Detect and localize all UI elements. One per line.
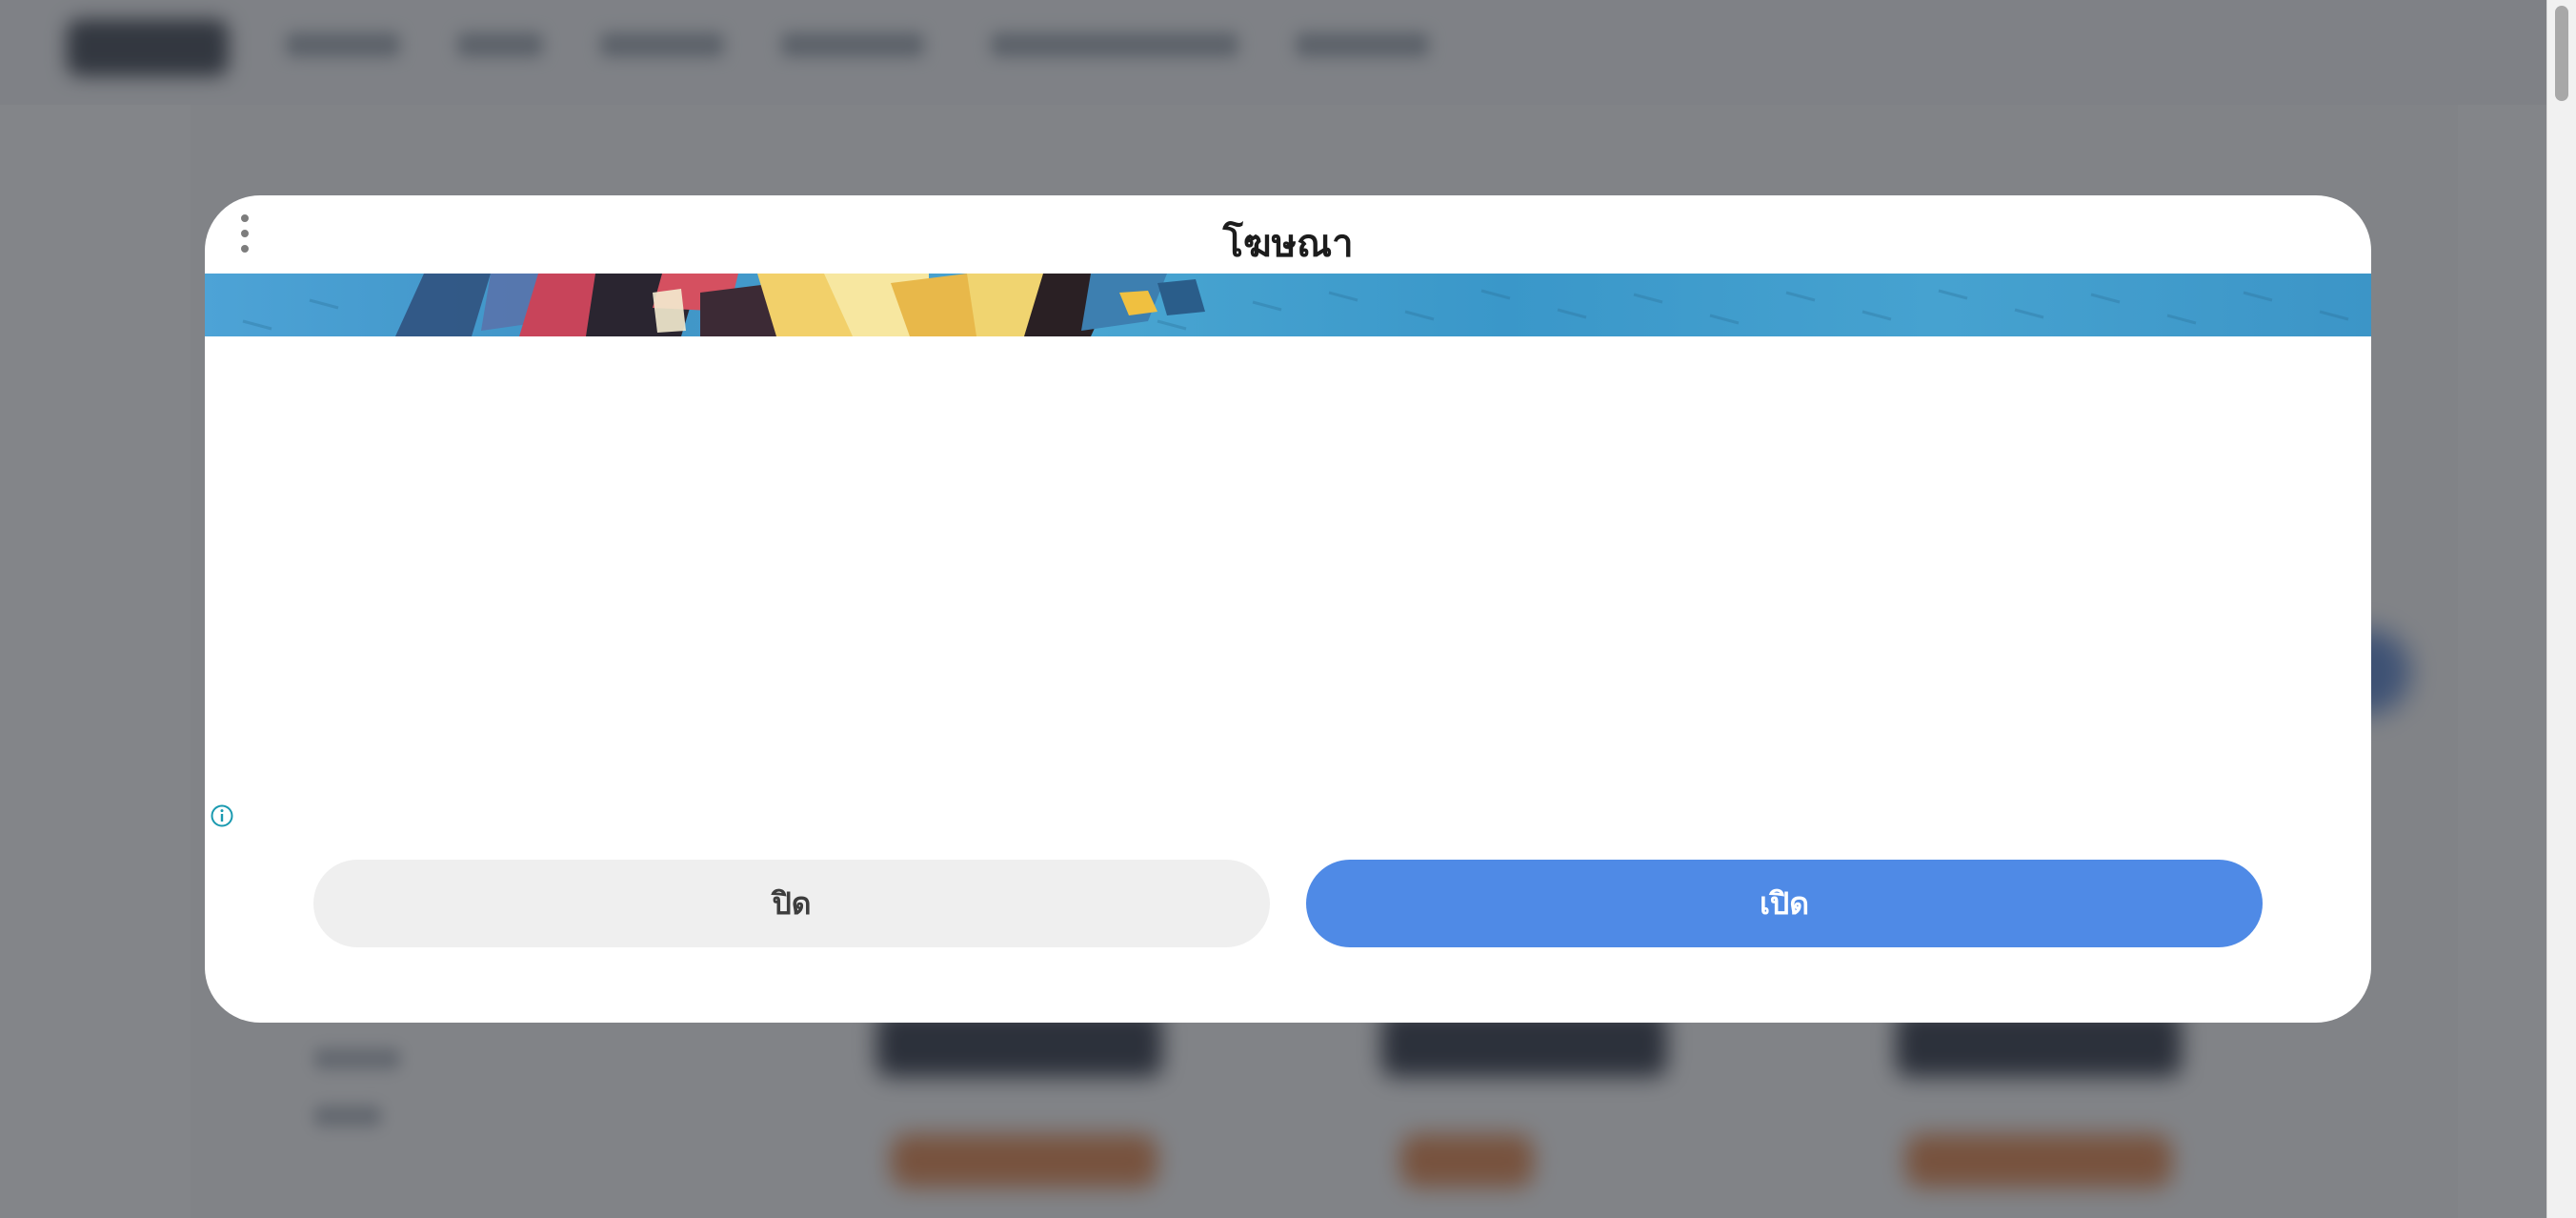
scrollbar-thumb[interactable] <box>2555 6 2568 101</box>
page: โฆษณา ปิด เปิด <box>0 0 2576 1218</box>
dialog-title: โฆษณา <box>1222 222 1354 266</box>
ad-dialog: โฆษณา ปิด เปิด <box>205 195 2371 1023</box>
ad-banner-artwork <box>242 274 2349 336</box>
page-scrollbar[interactable] <box>2546 0 2576 1218</box>
ad-content-area[interactable] <box>205 336 2371 851</box>
open-ad-button[interactable]: เปิด <box>1306 860 2263 947</box>
dialog-header: โฆษณา <box>205 195 2371 274</box>
info-circle-icon[interactable] <box>210 803 234 828</box>
ad-banner-image[interactable] <box>205 274 2371 336</box>
close-ad-button[interactable]: ปิด <box>313 860 1270 947</box>
